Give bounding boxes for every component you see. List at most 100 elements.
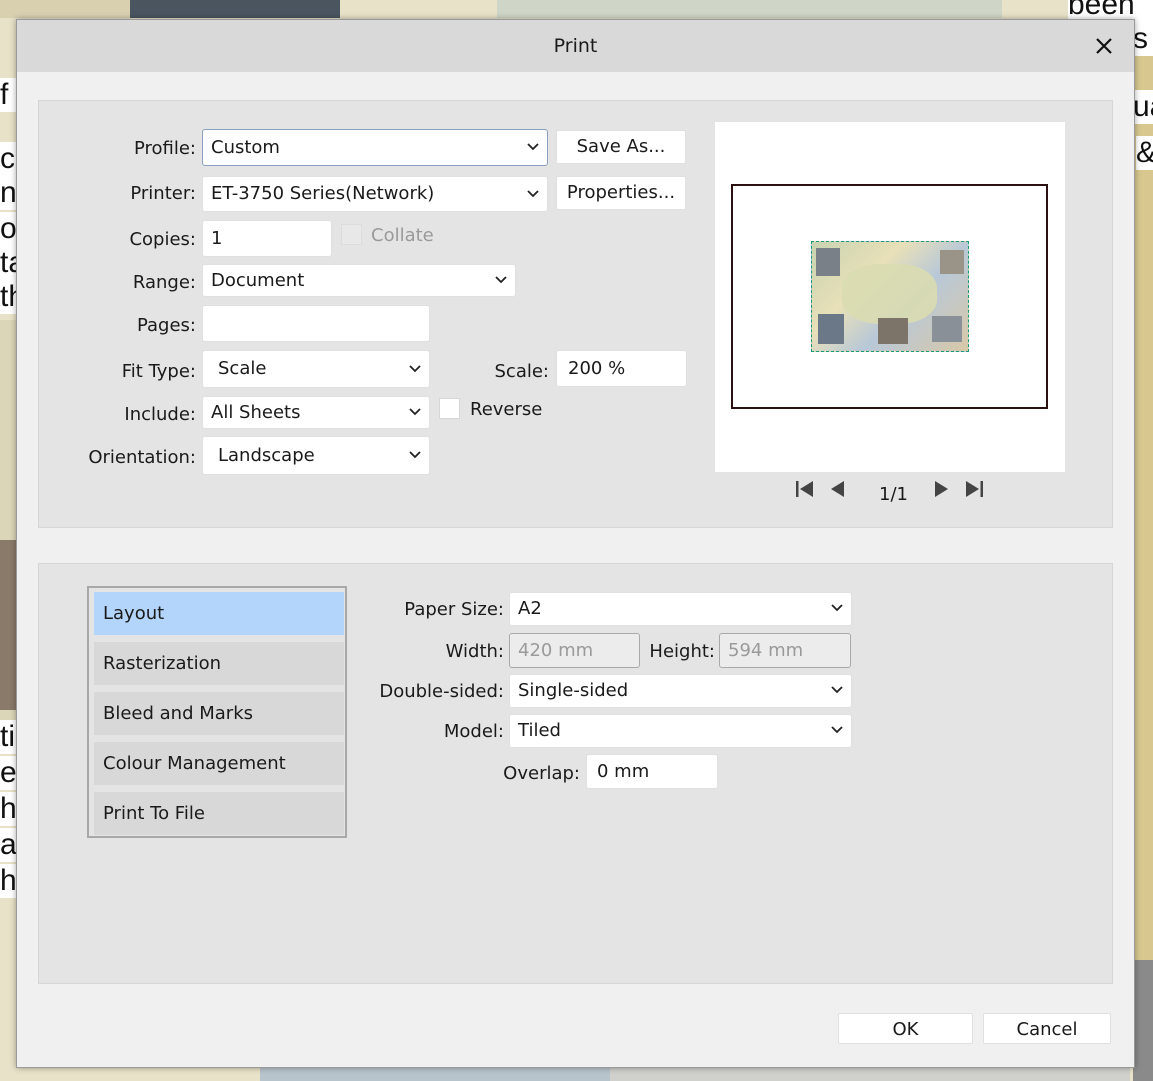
page-indicator: 1/1	[879, 484, 908, 505]
last-page-icon[interactable]	[964, 480, 984, 503]
bg-photo-top	[130, 0, 340, 18]
collate-label: Collate	[371, 225, 434, 246]
bg-text-f: f	[0, 78, 16, 112]
close-icon[interactable]	[1088, 30, 1120, 62]
bg-photo-bottom2	[610, 1066, 1130, 1081]
pages-label: Pages:	[136, 315, 196, 336]
bg-photo-bottom	[260, 1066, 610, 1081]
overlap-label: Overlap:	[503, 763, 580, 784]
double-sided-select[interactable]: Single-sided	[509, 674, 852, 708]
tab-colour-management[interactable]: Colour Management	[94, 742, 344, 785]
properties-button[interactable]: Properties...	[556, 176, 686, 210]
bg-text-h: h	[0, 792, 16, 826]
preview-artwork-photo	[940, 250, 964, 274]
preview-artwork-photo	[878, 318, 908, 344]
printer-select[interactable]: ET-3750 Series(Network)	[202, 176, 548, 212]
printer-label: Printer:	[130, 183, 196, 204]
bg-text-ua: ua	[1133, 90, 1153, 124]
chevron-down-icon	[831, 675, 843, 694]
bg-map-right	[1133, 40, 1153, 960]
reverse-label: Reverse	[470, 399, 543, 420]
copies-label: Copies:	[129, 229, 196, 250]
bg-text-amp: &	[1136, 136, 1153, 170]
cancel-button[interactable]: Cancel	[983, 1013, 1111, 1044]
overlap-input[interactable]: 0 mm	[586, 754, 718, 789]
save-as-button[interactable]: Save As...	[556, 130, 686, 164]
copies-input[interactable]: 1	[202, 220, 332, 257]
orientation-value: Landscape	[218, 445, 315, 466]
preview-artwork-photo	[816, 248, 840, 276]
tab-bleed-and-marks[interactable]: Bleed and Marks	[94, 692, 344, 735]
preview-artwork	[811, 241, 969, 352]
printer-value: ET-3750 Series(Network)	[211, 183, 435, 204]
category-list: Layout Rasterization Bleed and Marks Col…	[87, 586, 347, 838]
paper-size-value: A2	[518, 598, 542, 619]
next-page-icon[interactable]	[934, 480, 950, 503]
dialog-titlebar: Print	[17, 20, 1134, 72]
double-sided-value: Single-sided	[518, 680, 629, 701]
preview-artwork-photo	[818, 314, 844, 344]
bg-map-topleft	[0, 0, 130, 18]
bg-photo-right	[1133, 960, 1153, 1081]
advanced-settings-panel: Layout Rasterization Bleed and Marks Col…	[38, 563, 1113, 984]
paper-size-select[interactable]: A2	[509, 592, 852, 626]
include-label: Include:	[124, 404, 196, 425]
profile-select[interactable]: Custom	[202, 129, 548, 166]
bg-map-topcenter	[497, 0, 1002, 18]
orientation-label: Orientation:	[88, 447, 196, 468]
previous-page-icon[interactable]	[829, 480, 845, 503]
chevron-down-icon	[831, 593, 843, 612]
profile-label: Profile:	[133, 138, 196, 159]
preview-artwork-map	[842, 264, 937, 324]
bg-text-ar: ar	[0, 828, 16, 862]
model-select[interactable]: Tiled	[509, 714, 852, 748]
bg-text-th: th	[0, 280, 16, 314]
bg-text-n: n	[0, 176, 16, 210]
tab-print-to-file[interactable]: Print To File	[94, 792, 344, 835]
chevron-down-icon	[409, 397, 421, 416]
range-value: Document	[211, 270, 305, 291]
orientation-select[interactable]: Landscape	[202, 436, 430, 475]
width-input[interactable]: 420 mm	[509, 633, 640, 668]
pages-input[interactable]	[202, 305, 430, 342]
tab-rasterization[interactable]: Rasterization	[94, 642, 344, 685]
bg-text-h2: h	[0, 864, 16, 898]
bg-text-er: er	[0, 756, 16, 790]
range-select[interactable]: Document	[202, 264, 516, 297]
scale-input[interactable]: 200 %	[556, 350, 687, 387]
bg-text-o: o	[0, 212, 16, 246]
height-input[interactable]: 594 mm	[719, 633, 851, 668]
print-dialog: Print Profile: Custom Save As... Printer…	[16, 19, 1135, 1068]
bg-text-ca: ca	[0, 142, 16, 176]
fit-type-label: Fit Type:	[121, 361, 196, 382]
include-value: All Sheets	[211, 402, 301, 423]
scale-label: Scale:	[494, 361, 550, 382]
collate-checkbox[interactable]	[341, 224, 362, 245]
print-preview	[715, 122, 1065, 472]
chevron-down-icon	[409, 437, 421, 459]
tab-layout[interactable]: Layout	[94, 592, 344, 635]
fit-type-select[interactable]: Scale	[202, 350, 430, 388]
width-label: Width:	[445, 641, 504, 662]
model-value: Tiled	[518, 720, 561, 741]
first-page-icon[interactable]	[795, 480, 815, 503]
chevron-down-icon	[495, 265, 507, 284]
chevron-down-icon	[527, 130, 539, 151]
profile-value: Custom	[211, 137, 280, 158]
double-sided-label: Double-sided:	[379, 681, 504, 702]
reverse-checkbox[interactable]	[439, 398, 460, 419]
fit-type-value: Scale	[218, 358, 267, 379]
include-select[interactable]: All Sheets	[202, 396, 430, 429]
chevron-down-icon	[527, 177, 539, 198]
dialog-title: Print	[553, 35, 598, 57]
paper-size-label: Paper Size:	[404, 599, 504, 620]
bg-text-ti: ti	[0, 720, 16, 754]
range-label: Range:	[132, 272, 196, 293]
bg-text-s: s	[1133, 22, 1153, 56]
height-label: Height:	[649, 641, 715, 662]
bg-text-ta: ta	[0, 246, 16, 280]
chevron-down-icon	[831, 715, 843, 734]
general-settings-panel: Profile: Custom Save As... Printer: ET-3…	[38, 100, 1113, 528]
ok-button[interactable]: OK	[838, 1013, 973, 1044]
preview-artwork-photo	[932, 316, 962, 342]
